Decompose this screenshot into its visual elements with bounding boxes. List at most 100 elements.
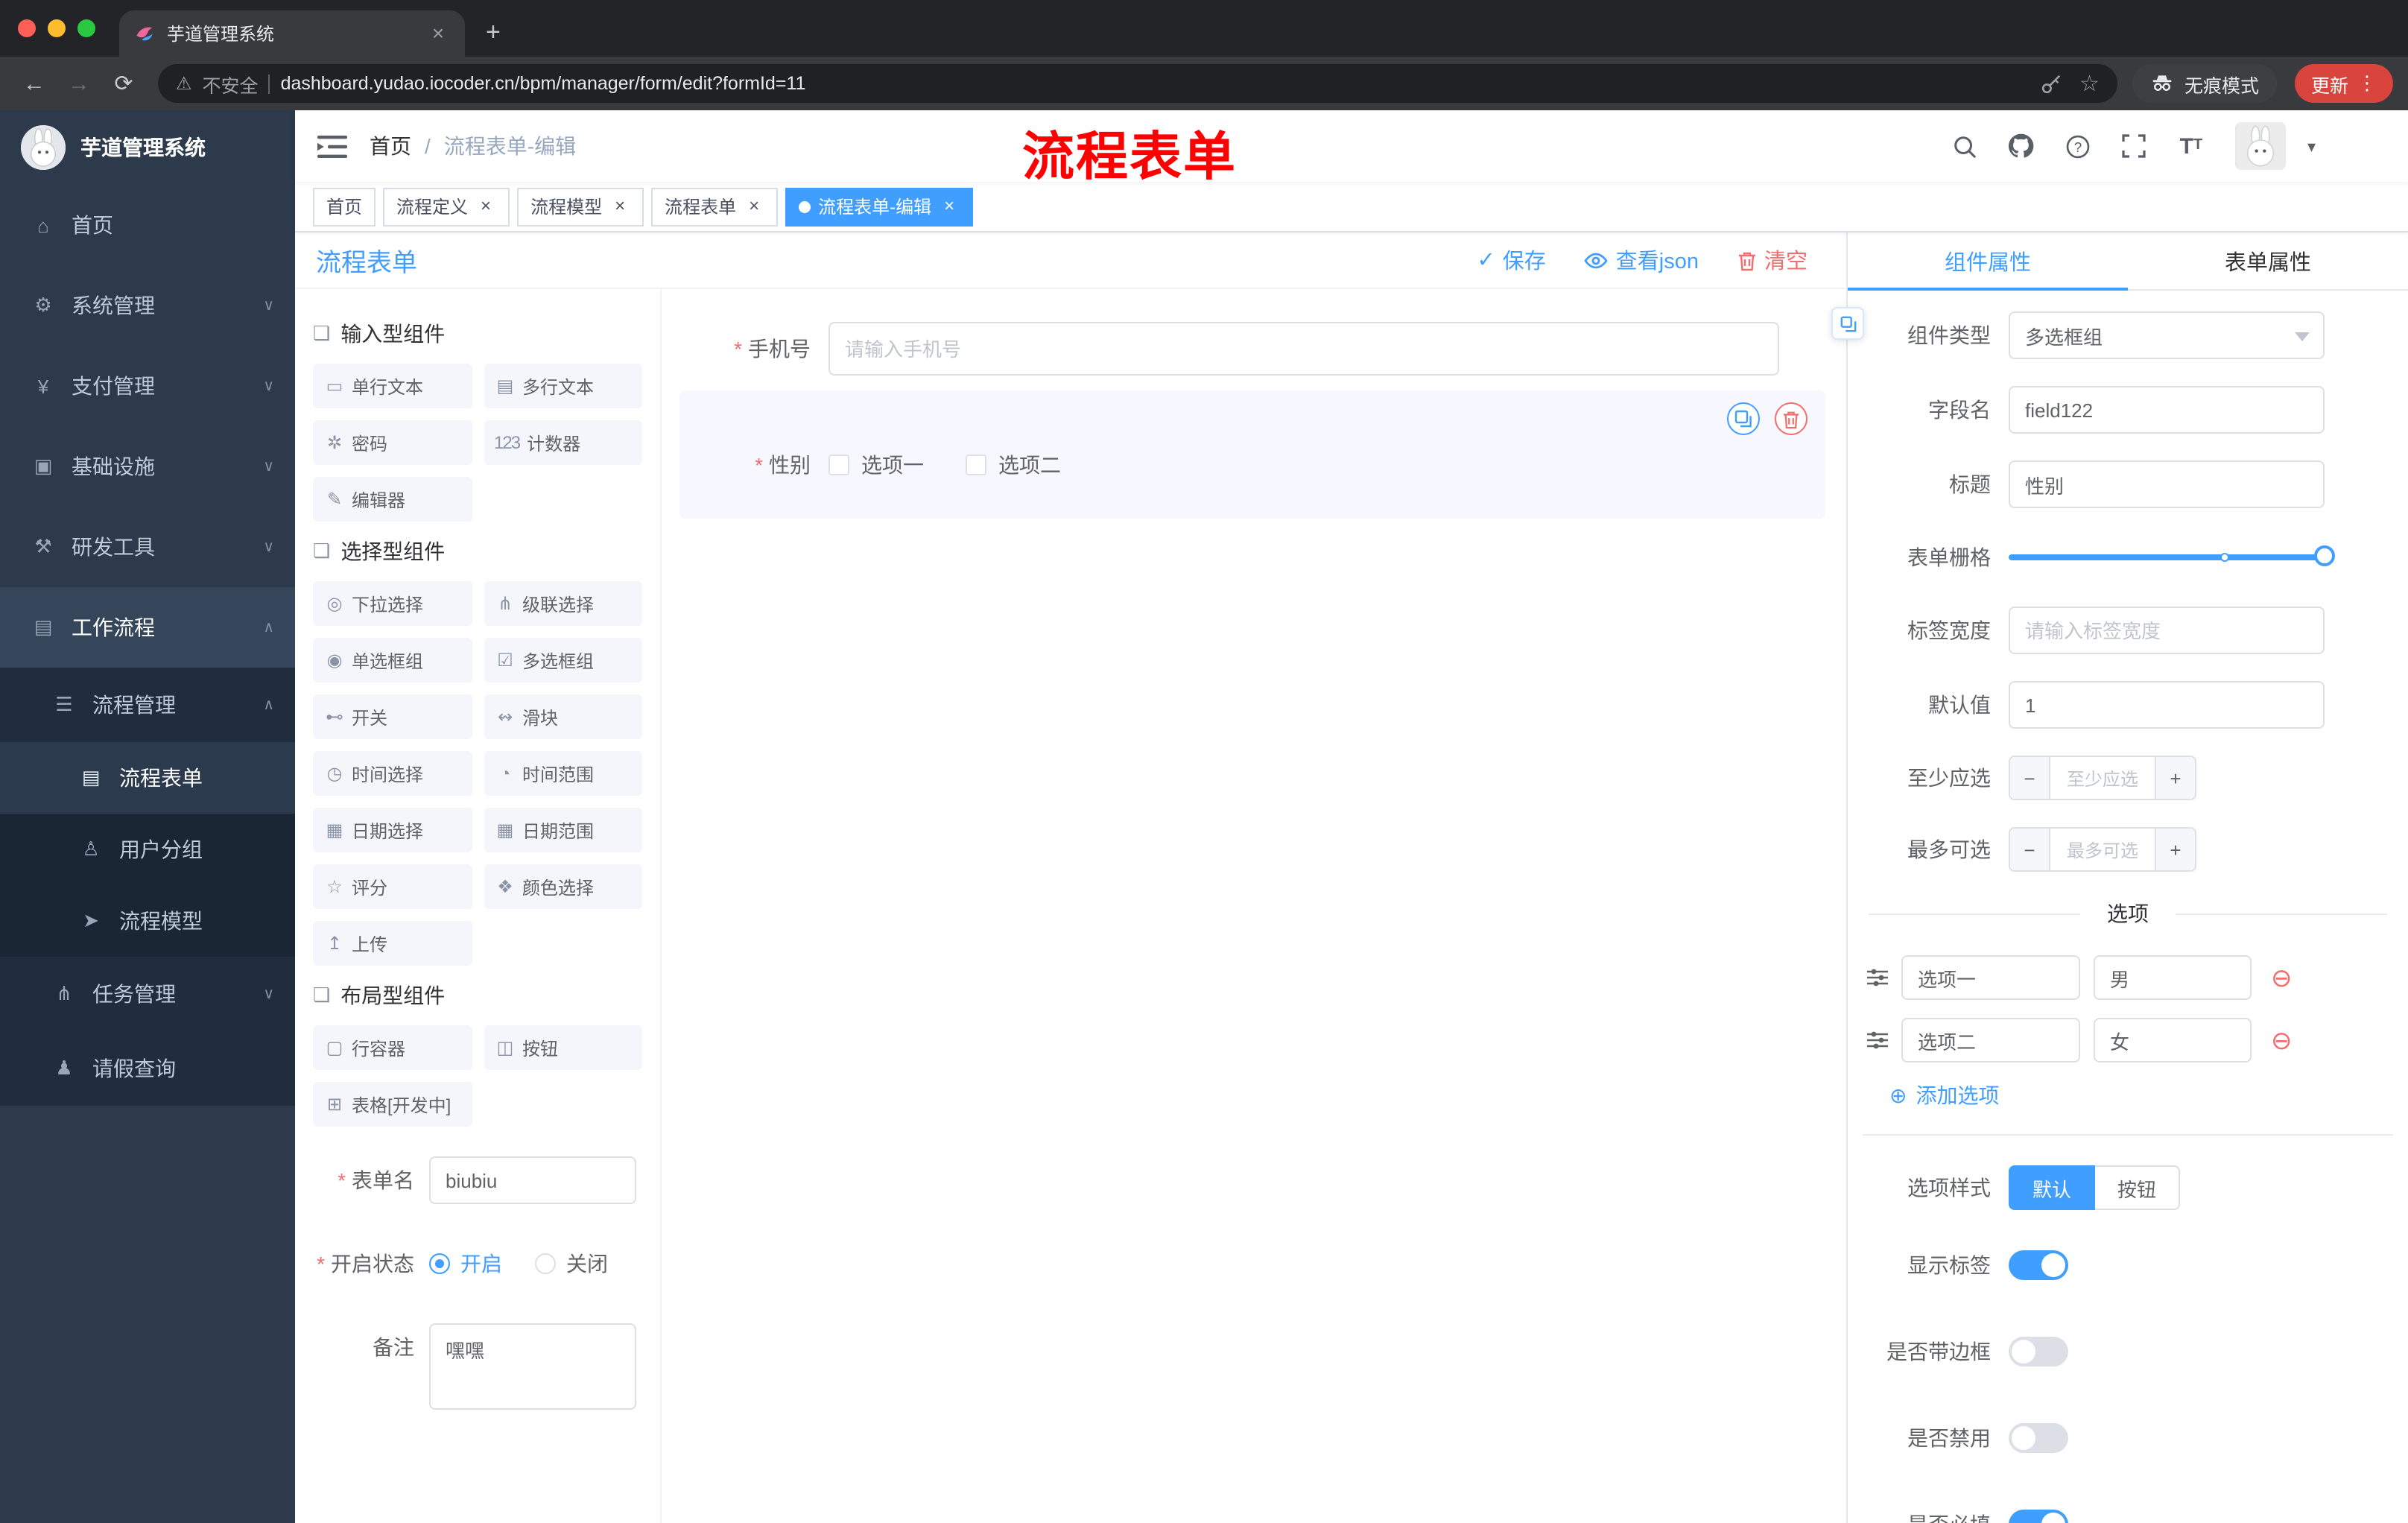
palette-item-select[interactable]: ◎ 下拉选择: [313, 581, 472, 626]
palette-item-date-range[interactable]: ▦ 日期范围: [484, 808, 642, 852]
help-icon[interactable]: ?: [2060, 128, 2096, 164]
sidebar-item-workflow[interactable]: ▤ 工作流程 ∧: [0, 587, 295, 668]
app-logo[interactable]: 芋道管理系统: [0, 110, 295, 185]
palette-item-counter[interactable]: 123 计数器: [484, 420, 642, 465]
palette-item-date-picker[interactable]: ▦ 日期选择: [313, 808, 472, 852]
avatar[interactable]: [2235, 122, 2287, 170]
option-text-input[interactable]: [1901, 1018, 2080, 1063]
option-style-button[interactable]: 按钮: [2095, 1165, 2181, 1210]
sidebar-item-task-management[interactable]: ⋔ 任务管理 ∨: [0, 957, 295, 1031]
delete-field-button[interactable]: [1775, 402, 1807, 435]
drag-handle-icon[interactable]: [1867, 1031, 1888, 1049]
remove-option-icon[interactable]: ⊖: [2271, 965, 2293, 990]
sidebar-item-infrastructure[interactable]: ▣ 基础设施 ∨: [0, 426, 295, 507]
sidebar-item-process-form[interactable]: ▤ 流程表单: [0, 742, 295, 814]
component-type-select[interactable]: [2009, 311, 2325, 359]
minimize-window-button[interactable]: [48, 19, 66, 37]
palette-item-color-picker[interactable]: ❖ 颜色选择: [484, 864, 642, 909]
grid-slider[interactable]: [2009, 545, 2335, 566]
tab-component-props[interactable]: 组件属性: [1848, 232, 2128, 291]
back-button[interactable]: ←: [15, 71, 54, 96]
min-select-value[interactable]: 至少应选: [2050, 757, 2155, 799]
tag-close-icon[interactable]: ×: [744, 195, 764, 217]
palette-item-upload[interactable]: ↥ 上传: [313, 921, 472, 966]
remove-option-icon[interactable]: ⊖: [2271, 1028, 2293, 1053]
checkbox-option[interactable]: 选项二: [966, 450, 1061, 480]
switch-border[interactable]: [2009, 1337, 2068, 1367]
max-select-value[interactable]: 最多可选: [2050, 829, 2155, 870]
form-remark-textarea[interactable]: 嘿嘿: [429, 1323, 636, 1410]
palette-item-editor[interactable]: ✎ 编辑器: [313, 477, 472, 522]
palette-item-time-picker[interactable]: ◷ 时间选择: [313, 751, 472, 796]
avatar-caret-icon[interactable]: ▾: [2307, 136, 2316, 156]
design-canvas[interactable]: 手机号: [662, 289, 1846, 1523]
switch-show-label[interactable]: [2009, 1250, 2068, 1280]
sidebar-item-process-management[interactable]: ☰ 流程管理 ∧: [0, 668, 295, 742]
view-json-button[interactable]: 查看json: [1585, 244, 1699, 276]
switch-required[interactable]: [2009, 1510, 2068, 1523]
password-key-icon[interactable]: [2039, 72, 2062, 95]
palette-item-switch[interactable]: ⊷ 开关: [313, 694, 472, 739]
add-option-button[interactable]: ⊕ 添加选项: [1848, 1080, 2408, 1110]
form-name-input[interactable]: [429, 1156, 636, 1204]
tab-form-props[interactable]: 表单属性: [2128, 232, 2408, 289]
browser-tab[interactable]: 芋道管理系统 ×: [119, 10, 465, 57]
tag-close-icon[interactable]: ×: [609, 195, 630, 217]
option-style-default[interactable]: 默认: [2009, 1165, 2096, 1210]
palette-item-slider[interactable]: ↭ 滑块: [484, 694, 642, 739]
tag-process-form[interactable]: 流程表单 ×: [651, 187, 779, 226]
sidebar-item-leave-query[interactable]: ♟ 请假查询: [0, 1031, 295, 1106]
tag-home[interactable]: 首页: [313, 187, 376, 226]
option-value-input[interactable]: [2094, 955, 2252, 1000]
palette-item-table[interactable]: ⊞ 表格[开发中]: [313, 1082, 472, 1127]
palette-item-button[interactable]: ◫ 按钮: [484, 1025, 642, 1070]
tag-process-model[interactable]: 流程模型 ×: [517, 187, 644, 226]
tag-close-icon[interactable]: ×: [475, 195, 496, 217]
radio-option[interactable]: 开启: [429, 1249, 502, 1279]
title-input[interactable]: [2009, 460, 2325, 508]
search-icon[interactable]: [1947, 128, 1983, 164]
increase-button[interactable]: +: [2155, 757, 2195, 799]
sidebar-item-dev-tools[interactable]: ⚒ 研发工具 ∨: [0, 507, 295, 587]
palette-item-cascader[interactable]: ⋔ 级联选择: [484, 581, 642, 626]
tag-process-form-edit[interactable]: 流程表单-编辑 ×: [785, 187, 974, 226]
phone-input[interactable]: [828, 322, 1779, 376]
option-text-input[interactable]: [1901, 955, 2080, 1000]
radio-option[interactable]: 关闭: [535, 1249, 608, 1279]
tag-close-icon[interactable]: ×: [939, 195, 960, 217]
new-tab-button[interactable]: +: [486, 18, 501, 48]
max-select-stepper[interactable]: − 最多可选 +: [2009, 827, 2196, 872]
label-width-input[interactable]: [2009, 607, 2325, 654]
decrease-button[interactable]: −: [2010, 757, 2050, 799]
breadcrumb-home-link[interactable]: 首页: [370, 131, 411, 161]
fullscreen-icon[interactable]: [2117, 128, 2152, 164]
bookmark-star-icon[interactable]: ☆: [2079, 70, 2100, 97]
reload-button[interactable]: ⟳: [104, 70, 143, 97]
clear-button[interactable]: 清空: [1737, 244, 1807, 276]
palette-item-row-container[interactable]: ▢ 行容器: [313, 1025, 472, 1070]
tag-process-definition[interactable]: 流程定义 ×: [383, 187, 510, 226]
sidebar-item-user-group[interactable]: ♙ 用户分组: [0, 814, 295, 885]
forward-button[interactable]: →: [60, 71, 98, 96]
palette-item-time-range[interactable]: ◔ 时间范围: [484, 751, 642, 796]
field-name-input[interactable]: [2009, 386, 2325, 434]
palette-item-checkbox-group[interactable]: ☑ 多选框组: [484, 638, 642, 683]
sidebar-item-payment-management[interactable]: ¥ 支付管理 ∨: [0, 346, 295, 426]
gender-field-selected[interactable]: 性别 选项一 选项二: [679, 390, 1825, 519]
palette-item-password[interactable]: ✲ 密码: [313, 420, 472, 465]
update-button[interactable]: 更新 ⋮: [2294, 64, 2393, 103]
font-size-icon[interactable]: TT: [2173, 128, 2209, 164]
browser-menu-icon[interactable]: ⋮: [2357, 72, 2377, 95]
sidebar-item-process-model[interactable]: ➤ 流程模型: [0, 885, 295, 957]
increase-button[interactable]: +: [2155, 829, 2195, 870]
palette-item-radio-group[interactable]: ◉ 单选框组: [313, 638, 472, 683]
field-link-icon[interactable]: [1831, 307, 1864, 340]
sidebar-collapse-button[interactable]: [295, 110, 370, 182]
tab-close-icon[interactable]: ×: [426, 21, 450, 45]
github-icon[interactable]: [2003, 128, 2039, 164]
sidebar-item-home[interactable]: ⌂ 首页: [0, 185, 295, 265]
option-value-input[interactable]: [2094, 1018, 2252, 1063]
palette-item-rate[interactable]: ☆ 评分: [313, 864, 472, 909]
switch-disabled[interactable]: [2009, 1423, 2068, 1453]
default-value-input[interactable]: [2009, 681, 2325, 729]
